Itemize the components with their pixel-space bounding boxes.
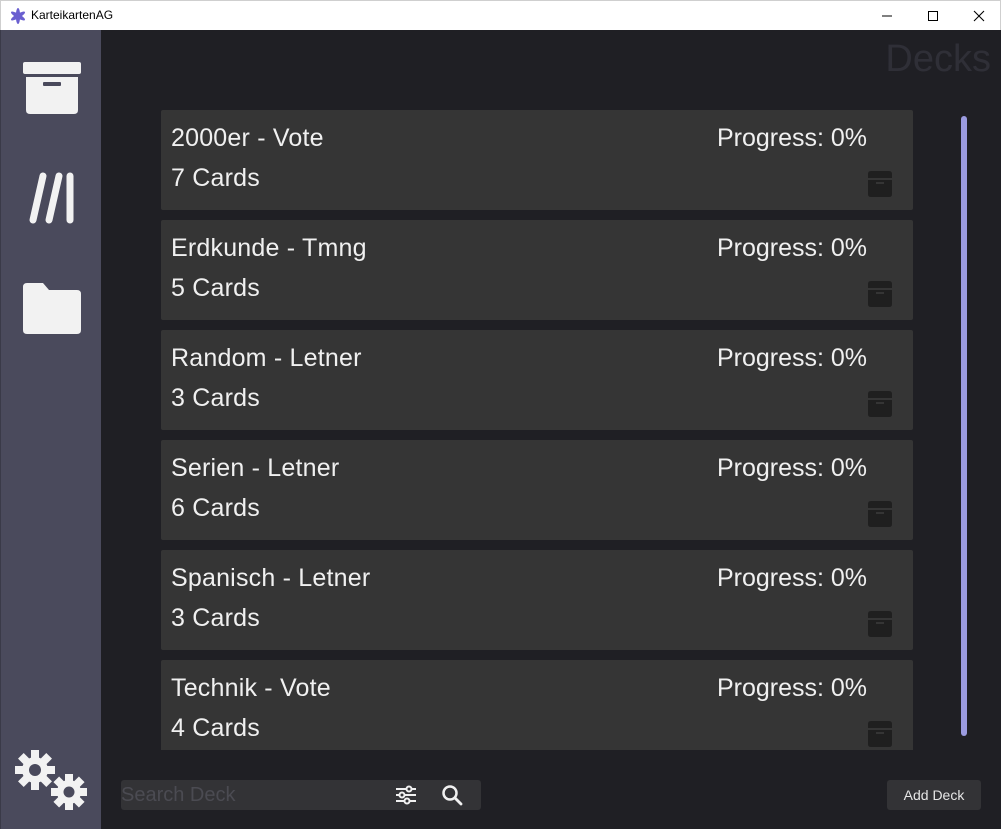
main-content: Decks 2000er - Vote 7 Cards Progress: 0%… [101, 30, 1001, 829]
sidebar-item-folder[interactable] [1, 278, 102, 338]
page-title: Decks [885, 38, 991, 80]
deck-progress: Progress: 0% [716, 234, 867, 262]
deck-progress: Progress: 0% [716, 674, 867, 702]
deck-box-icon[interactable] [867, 170, 893, 198]
deck-card-count: 6 Cards [171, 494, 260, 522]
deck-progress: Progress: 0% [716, 564, 867, 592]
deck-list-scrollbar[interactable] [961, 116, 967, 736]
deck-card[interactable]: Technik - Vote 4 Cards Progress: 0% [161, 660, 913, 750]
deck-name: Erdkunde - Tmng [171, 234, 367, 262]
search-bar [121, 780, 481, 810]
star-logo-icon [10, 8, 26, 24]
close-button[interactable] [956, 1, 1001, 31]
sidebar-item-library[interactable] [1, 168, 102, 228]
search-icon [442, 785, 463, 806]
filter-button[interactable] [393, 783, 419, 807]
deck-name: Technik - Vote [171, 674, 331, 702]
deck-card-count: 3 Cards [171, 384, 260, 412]
search-button[interactable] [439, 783, 465, 807]
deck-name: 2000er - Vote [171, 124, 324, 152]
folder-icon [22, 283, 81, 334]
sidebar-item-settings[interactable] [1, 744, 102, 814]
sidebar [0, 30, 101, 829]
library-stack-icon [29, 172, 73, 224]
deck-card-count: 7 Cards [171, 164, 260, 192]
add-deck-button[interactable]: Add Deck [887, 780, 981, 810]
deck-box-icon[interactable] [867, 280, 893, 308]
deck-name: Serien - Letner [171, 454, 340, 482]
sliders-filter-icon [396, 785, 416, 805]
deck-box-icon[interactable] [867, 390, 893, 418]
deck-progress: Progress: 0% [716, 124, 867, 152]
maximize-button[interactable] [910, 1, 956, 31]
deck-name: Random - Letner [171, 344, 362, 372]
deck-progress: Progress: 0% [716, 344, 867, 372]
window-title: KarteikartenAG [31, 8, 114, 22]
close-icon [973, 10, 985, 22]
sidebar-item-archive[interactable] [1, 58, 102, 118]
deck-progress: Progress: 0% [716, 454, 867, 482]
deck-card[interactable]: Random - Letner 3 Cards Progress: 0% [161, 330, 913, 430]
deck-card[interactable]: 2000er - Vote 7 Cards Progress: 0% [161, 110, 913, 210]
minimize-button[interactable] [864, 1, 910, 31]
deck-card[interactable]: Spanisch - Letner 3 Cards Progress: 0% [161, 550, 913, 650]
settings-gears-icon [14, 750, 87, 810]
deck-name: Spanisch - Letner [171, 564, 371, 592]
deck-card-count: 3 Cards [171, 604, 260, 632]
search-input[interactable] [121, 780, 381, 810]
deck-card-count: 5 Cards [171, 274, 260, 302]
deck-box-icon[interactable] [867, 610, 893, 638]
archive-box-icon [22, 62, 81, 114]
deck-list: 2000er - Vote 7 Cards Progress: 0% Erdku… [161, 110, 913, 750]
deck-box-icon[interactable] [867, 500, 893, 528]
maximize-icon [928, 11, 938, 21]
window-titlebar: KarteikartenAG [0, 0, 1001, 30]
deck-card[interactable]: Serien - Letner 6 Cards Progress: 0% [161, 440, 913, 540]
deck-card-count: 4 Cards [171, 714, 260, 742]
minimize-icon [882, 15, 892, 17]
deck-card[interactable]: Erdkunde - Tmng 5 Cards Progress: 0% [161, 220, 913, 320]
deck-box-icon[interactable] [867, 720, 893, 748]
